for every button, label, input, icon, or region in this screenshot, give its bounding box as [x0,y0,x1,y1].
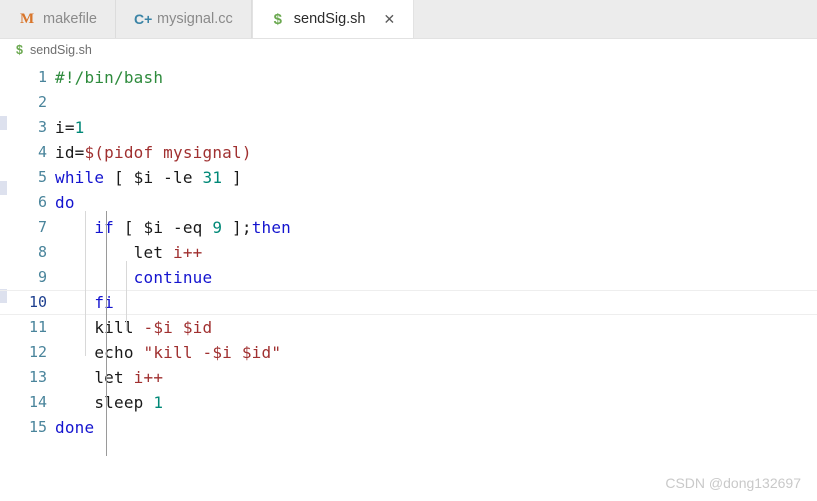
code-line[interactable]: 10 fi [0,290,817,315]
shell-icon: $ [273,10,282,28]
code-token-kw: while [55,167,105,187]
line-text[interactable]: #!/bin/bash [55,67,164,87]
breadcrumb[interactable]: $ sendSig.sh [0,39,817,61]
code-token-pln: [ $i -eq [114,217,213,237]
code-token-kw: then [251,217,292,237]
code-token-num: 9 [212,217,223,237]
code-token-pln: id= [55,142,85,162]
tab-mysignal-cc[interactable]: C+ mysignal.cc [116,0,252,38]
line-number: 7 [37,218,47,236]
line-text[interactable]: if [ $i -eq 9 ];then [55,217,292,237]
line-text[interactable]: id=$(pidof mysignal) [55,142,252,162]
code-token-kw: done [55,417,95,437]
watermark-text: CSDN @dong132697 [665,475,801,491]
code-token-kw: continue [133,267,213,287]
line-number: 10 [28,293,47,311]
line-number: 12 [28,343,47,361]
code-token-pln [173,318,183,337]
line-text[interactable]: i=1 [55,117,85,137]
code-token-pln: [ $i -le [104,167,203,187]
code-line[interactable]: 15 done [0,415,817,440]
line-number: 6 [37,193,47,211]
code-token-kw: do [55,192,75,212]
code-token-var: i++ [173,242,203,262]
code-token-pln: sleep [55,392,154,412]
line-number: 14 [28,393,47,411]
tab-sendsig-sh[interactable]: $ sendSig.sh ✕ [251,0,415,38]
tab-bar-empty-space [414,0,817,38]
line-text[interactable]: kill -$i $id [55,317,213,337]
code-editor[interactable]: 1 #!/bin/bash 2 3 i=1 4 id=$(pidof mysignal) 5 w… [0,61,817,501]
code-token-pln: let [55,242,173,262]
code-line[interactable]: 12 echo "kill -$i $id" [0,340,817,365]
line-number: 4 [37,143,47,161]
code-line[interactable]: 7 if [ $i -eq 9 ];then [0,215,817,240]
code-token-pln [55,268,134,287]
line-number: 11 [28,318,47,336]
code-line[interactable]: 13 let i++ [0,365,817,390]
code-line[interactable]: 14 sleep 1 [0,390,817,415]
line-text[interactable]: while [ $i -le 31 ] [55,167,242,187]
line-number: 9 [37,268,47,286]
code-line[interactable]: 4 id=$(pidof mysignal) [0,140,817,165]
line-number: 13 [28,368,47,386]
code-token-pln: echo [55,342,144,362]
code-line[interactable]: 9 continue [0,265,817,290]
code-token-pln [55,293,94,312]
cpp-icon: C+ [134,11,153,27]
code-line[interactable]: 3 i=1 [0,115,817,140]
line-number: 1 [37,68,47,86]
line-number: 15 [28,418,47,436]
code-token-pln: kill [55,317,144,337]
code-line[interactable]: 8 let i++ [0,240,817,265]
code-token-pln: let [55,367,134,387]
line-text[interactable]: do [55,192,75,212]
code-line[interactable]: 1 #!/bin/bash [0,65,817,90]
tab-label: makefile [43,10,97,27]
makefile-icon: M [20,10,35,27]
tab-label: sendSig.sh [293,10,366,27]
line-number: 8 [37,243,47,261]
line-text[interactable]: let i++ [55,242,203,262]
line-text[interactable]: done [55,417,95,437]
code-token-pln [55,218,94,237]
line-number: 2 [37,93,47,111]
code-token-var: -$i [143,317,173,337]
code-line[interactable]: 11 kill -$i $id [0,315,817,340]
code-token-str: $(pidof mysignal) [84,142,252,162]
shell-file-icon: $ [16,43,23,57]
code-token-kw: if [94,217,115,237]
line-text[interactable]: continue [55,267,213,287]
line-text[interactable]: let i++ [55,367,164,387]
line-text[interactable]: sleep 1 [55,392,164,412]
code-lines[interactable]: 1 #!/bin/bash 2 3 i=1 4 id=$(pidof mysignal) 5 w… [0,61,817,440]
line-text[interactable]: echo "kill -$i $id" [55,342,282,362]
line-number: 3 [37,118,47,136]
code-line[interactable]: 2 [0,90,817,115]
code-token-var: $id [182,317,213,337]
code-token-num: 1 [153,392,164,412]
code-token-cmt: #!/bin/bash [55,67,164,87]
code-line[interactable]: 5 while [ $i -le 31 ] [0,165,817,190]
code-token-num: 31 [202,167,223,187]
code-token-pln: ]; [222,217,252,237]
code-token-pln: i= [55,117,75,137]
code-line[interactable]: 6 do [0,190,817,215]
code-token-pln: ] [222,167,242,187]
code-token-kw: fi [94,292,115,312]
breadcrumb-file-label[interactable]: sendSig.sh [30,43,92,57]
tab-label: mysignal.cc [157,10,233,27]
editor-tab-bar: Mmakefile C+ mysignal.cc $ sendSig.sh ✕ [0,0,817,39]
line-number: 5 [37,168,47,186]
code-token-var: i++ [133,367,164,387]
line-text[interactable]: fi [55,292,115,312]
close-icon[interactable]: ✕ [384,12,396,26]
code-token-num: 1 [74,117,85,137]
code-token-str: "kill -$i $id" [143,342,282,362]
tab-makefile[interactable]: Mmakefile [0,0,116,38]
